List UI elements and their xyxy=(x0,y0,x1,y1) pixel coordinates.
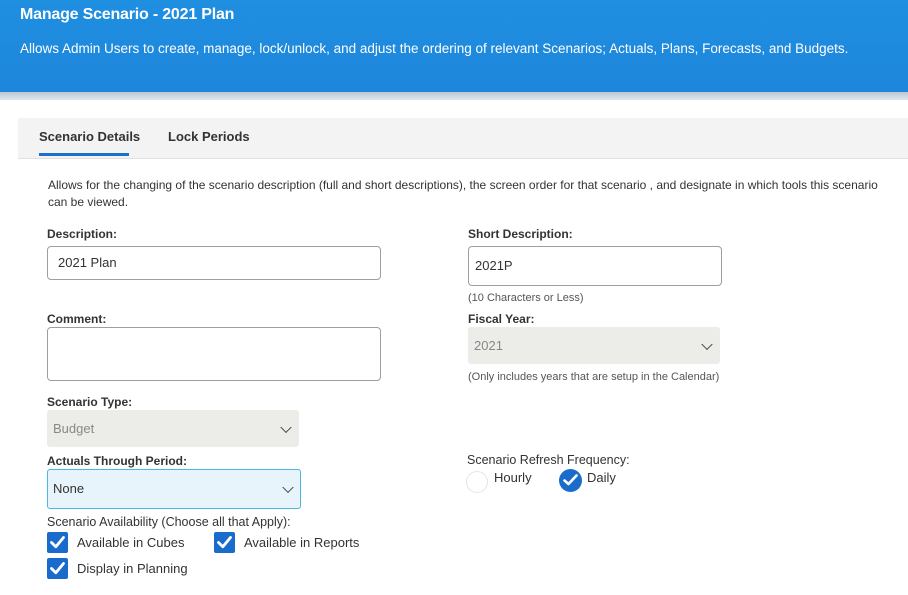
page-header: Manage Scenario - 2021 Plan Allows Admin… xyxy=(0,0,908,92)
refresh-frequency-label: Scenario Refresh Frequency: xyxy=(467,453,630,467)
chevron-down-icon xyxy=(282,481,294,494)
fiscal-year-value: 2021 xyxy=(474,338,503,353)
checkbox-available-in-reports-label: Available in Reports xyxy=(244,535,360,550)
checkbox-display-in-planning[interactable] xyxy=(47,558,68,579)
actuals-through-period-label: Actuals Through Period: xyxy=(47,454,188,468)
actuals-through-period-value: None xyxy=(53,481,85,496)
checkbox-available-in-cubes[interactable] xyxy=(47,532,68,553)
chevron-down-icon xyxy=(701,338,713,350)
active-tab-indicator xyxy=(39,153,129,156)
header-divider xyxy=(0,92,908,100)
description-value: 2021 Plan xyxy=(58,255,117,270)
radio-daily-label: Daily xyxy=(587,470,616,485)
scenario-type-select[interactable]: Budget xyxy=(47,410,299,447)
checkmark-icon xyxy=(563,474,578,486)
short-description-label: Short Description: xyxy=(468,227,573,241)
page-title: Manage Scenario - 2021 Plan xyxy=(20,6,235,23)
checkbox-available-in-cubes-label: Available in Cubes xyxy=(77,535,185,550)
comment-label: Comment: xyxy=(47,312,107,326)
description-input[interactable]: 2021 Plan xyxy=(47,246,381,280)
actuals-through-period-select[interactable]: None xyxy=(47,469,301,509)
scenario-type-value: Budget xyxy=(53,421,95,436)
short-description-value: 2021P xyxy=(475,258,513,273)
short-description-hint: (10 Characters or Less) xyxy=(468,292,584,304)
scenario-type-label: Scenario Type: xyxy=(47,395,133,409)
checkmark-icon xyxy=(50,536,65,549)
radio-hourly[interactable] xyxy=(466,471,488,493)
tab-scenario-details[interactable]: Scenario Details xyxy=(39,129,140,144)
availability-label: Scenario Availability (Choose all that A… xyxy=(47,515,291,529)
checkbox-display-in-planning-label: Display in Planning xyxy=(77,561,188,576)
tab-lock-periods[interactable]: Lock Periods xyxy=(168,129,250,144)
checkmark-icon xyxy=(217,536,232,549)
tab-bar: Scenario Details Lock Periods xyxy=(18,118,908,159)
checkbox-available-in-reports[interactable] xyxy=(214,532,235,553)
short-description-input[interactable]: 2021P xyxy=(468,246,722,286)
chevron-down-icon xyxy=(280,421,292,433)
checkmark-icon xyxy=(50,562,65,575)
fiscal-year-hint: (Only includes years that are setup in t… xyxy=(468,371,720,383)
fiscal-year-label: Fiscal Year: xyxy=(468,312,535,326)
comment-textarea[interactable] xyxy=(47,327,381,381)
page-description: Allows Admin Users to create, manage, lo… xyxy=(20,41,849,56)
radio-daily[interactable] xyxy=(559,469,582,492)
description-label: Description: xyxy=(47,227,118,241)
radio-hourly-label: Hourly xyxy=(494,470,532,485)
section-intro: Allows for the changing of the scenario … xyxy=(48,178,878,209)
fiscal-year-select[interactable]: 2021 xyxy=(468,327,720,364)
